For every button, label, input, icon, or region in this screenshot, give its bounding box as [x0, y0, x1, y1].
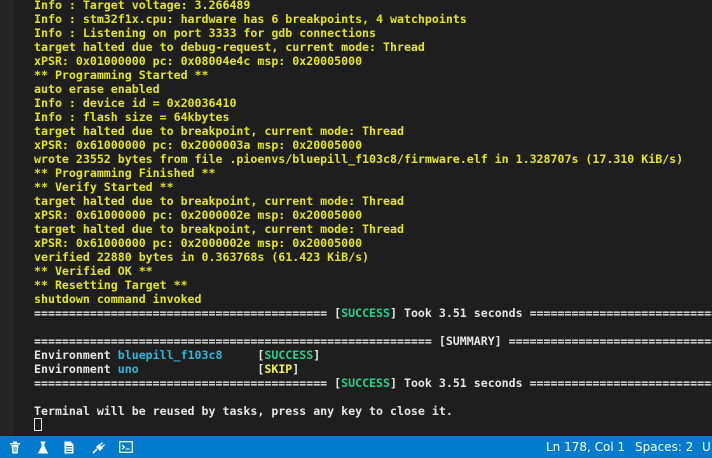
terminal-text-segment: bluepill_f103c8 — [117, 348, 223, 362]
terminal-text-segment: ] Took 3.51 seconds ====================… — [390, 306, 712, 320]
terminal-line: target halted due to breakpoint, current… — [34, 222, 712, 236]
terminal-line: target halted due to breakpoint, current… — [34, 194, 712, 208]
terminal-text-segment: shutdown command invoked — [34, 292, 202, 306]
terminal-prompt-line — [34, 418, 712, 432]
terminal-text-segment: ** Verify Started ** — [34, 180, 174, 194]
cursor-position[interactable]: Ln 178, Col 1 — [546, 439, 625, 455]
terminal-text-segment: target halted due to breakpoint, current… — [34, 124, 404, 138]
encoding-indicator[interactable]: U — [702, 439, 711, 455]
terminal-text-segment: Info : Listening on port 3333 for gdb co… — [34, 26, 377, 40]
terminal-line: Info : Listening on port 3333 for gdb co… — [34, 26, 712, 40]
terminal-line: ** Programming Started ** — [34, 68, 712, 82]
terminal-text-segment: target halted due to debug-request, curr… — [34, 40, 425, 54]
terminal-line: xPSR: 0x61000000 pc: 0x2000002e msp: 0x2… — [34, 208, 712, 222]
flask-icon[interactable] — [36, 440, 50, 454]
terminal-text-segment: ] Took 3.51 seconds ====================… — [390, 376, 712, 390]
terminal-line: xPSR: 0x61000000 pc: 0x2000002e msp: 0x2… — [34, 236, 712, 250]
terminal-line: Info : device id = 0x20036410 — [34, 96, 712, 110]
terminal-scrollbar[interactable] — [702, 0, 712, 436]
terminal-text-segment: ** Verified OK ** — [34, 264, 153, 278]
terminal-text-segment: SUCCESS — [341, 376, 390, 390]
terminal-gutter — [0, 0, 14, 436]
terminal-text-segment: SUCCESS — [264, 348, 314, 362]
terminal-line: Environment uno [SKIP] — [34, 362, 712, 376]
terminal-text-segment: target halted due to breakpoint, current… — [34, 194, 404, 208]
terminal-line: auto erase enabled — [34, 82, 712, 96]
terminal-line: Terminal will be reused by tasks, press … — [34, 404, 712, 418]
terminal-text-segment: xPSR: 0x61000000 pc: 0x2000002e msp: 0x2… — [34, 236, 363, 250]
terminal-panel[interactable]: Info : Target voltage: 3.266489 Info : st… — [0, 0, 712, 436]
terminal-text-segment: xPSR: 0x61000000 pc: 0x2000002e msp: 0x2… — [34, 208, 363, 222]
terminal-text-segment: ** Programming Started ** — [34, 68, 209, 82]
terminal-line: ** Resetting Target ** — [34, 278, 712, 292]
terminal-text-segment: ** Programming Finished ** — [34, 166, 216, 180]
terminal-line: ========================================… — [34, 306, 712, 320]
terminal-icon[interactable] — [119, 440, 133, 454]
terminal-line: shutdown command invoked — [34, 292, 712, 306]
terminal-text-segment: Environment — [34, 348, 118, 362]
terminal-text-segment: ========================================… — [34, 334, 712, 348]
terminal-line: ** Programming Finished ** — [34, 166, 712, 180]
terminal-text-segment: ========================================… — [34, 376, 342, 390]
terminal-text-segment: ** Resetting Target ** — [34, 278, 188, 292]
status-bar: Ln 178, Col 1 Spaces: 2 U — [0, 436, 712, 458]
terminal-line: verified 22880 bytes in 0.363768s (61.42… — [34, 250, 712, 264]
terminal-text-segment: Terminal will be reused by tasks, press … — [34, 404, 453, 418]
terminal-text-segment: [ — [222, 348, 265, 362]
terminal-line: ** Verify Started ** — [34, 180, 712, 194]
terminal-cursor — [34, 418, 42, 431]
terminal-line: target halted due to debug-request, curr… — [34, 40, 712, 54]
file-icon[interactable] — [62, 440, 76, 454]
terminal-line: ========================================… — [34, 334, 712, 348]
trash-icon[interactable] — [8, 440, 22, 454]
terminal-text-segment: SUCCESS — [341, 306, 390, 320]
terminal-output: Info : Target voltage: 3.266489 Info : st… — [34, 0, 712, 432]
terminal-text-segment: target halted due to breakpoint, current… — [34, 222, 404, 236]
terminal-line: wrote 23552 bytes from file .pioenvs/blu… — [34, 152, 712, 166]
terminal-line: ** Verified OK ** — [34, 264, 712, 278]
terminal-line: Info : Target voltage: 3.266489 — [34, 0, 712, 12]
terminal-text-segment: Info : Target voltage: 3.266489 — [34, 0, 251, 12]
terminal-text-segment: [ — [138, 362, 265, 376]
terminal-text-segment: ] — [292, 362, 300, 376]
indentation-setting[interactable]: Spaces: 2 — [635, 439, 693, 455]
terminal-line: ========================================… — [34, 376, 712, 390]
terminal-text-segment: auto erase enabled — [34, 82, 160, 96]
terminal-line: Environment bluepill_f103c8 [SUCCESS] — [34, 348, 712, 362]
terminal-text-segment: SKIP — [264, 362, 293, 376]
terminal-text-segment: Info : device id = 0x20036410 — [34, 96, 237, 110]
terminal-text-segment: Info : flash size = 64kbytes — [34, 110, 230, 124]
terminal-text-segment: xPSR: 0x01000000 pc: 0x08004e4c msp: 0x2… — [34, 54, 363, 68]
terminal-text-segment: uno — [117, 362, 139, 376]
terminal-text-segment: wrote 23552 bytes from file .pioenvs/blu… — [34, 152, 684, 166]
terminal-text-segment: xPSR: 0x61000000 pc: 0x2000003a msp: 0x2… — [34, 138, 363, 152]
terminal-text-segment: ========================================… — [34, 306, 342, 320]
terminal-line: target halted due to breakpoint, current… — [34, 124, 712, 138]
terminal-line: Info : flash size = 64kbytes — [34, 110, 712, 124]
terminal-line: xPSR: 0x61000000 pc: 0x2000003a msp: 0x2… — [34, 138, 712, 152]
terminal-line: xPSR: 0x01000000 pc: 0x08004e4c msp: 0x2… — [34, 54, 712, 68]
terminal-text-segment: Info : stm32f1x.cpu: hardware has 6 brea… — [34, 12, 467, 26]
terminal-line: Info : stm32f1x.cpu: hardware has 6 brea… — [34, 12, 712, 26]
plug-icon[interactable] — [92, 440, 106, 454]
terminal-text-segment: verified 22880 bytes in 0.363768s (61.42… — [34, 250, 370, 264]
terminal-text-segment: Environment — [34, 362, 118, 376]
terminal-text-segment: ] — [313, 348, 321, 362]
